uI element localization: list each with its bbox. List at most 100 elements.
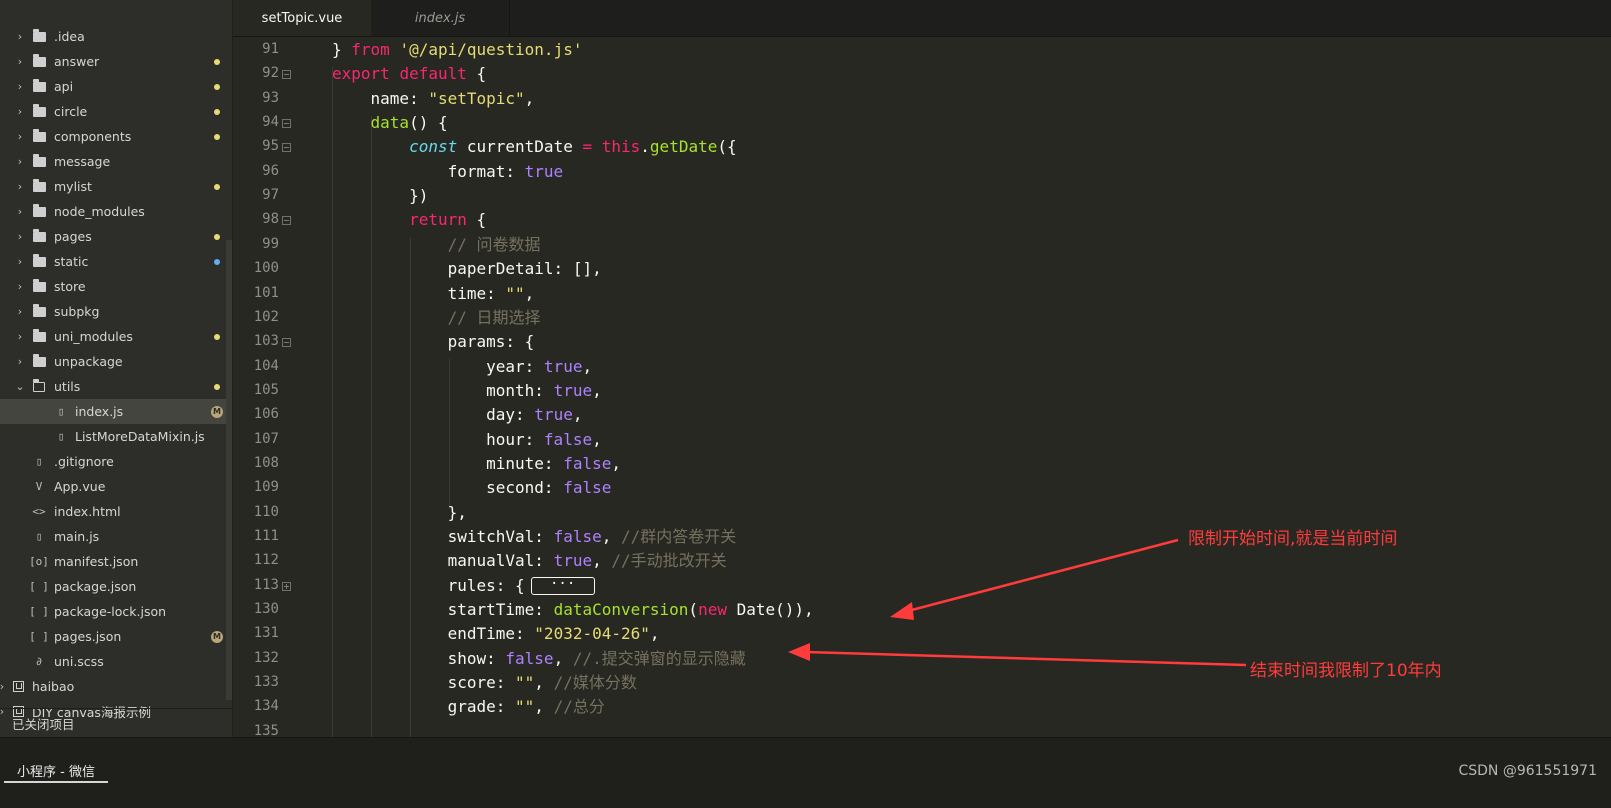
code-editor[interactable]: 91} from '@/api/question.js' 92− export de… (233, 37, 1611, 737)
line-number: 130 (253, 601, 279, 618)
fold-collapse-icon[interactable]: − (282, 143, 291, 153)
code-line[interactable]: // 日期选择 (332, 306, 541, 330)
code-line[interactable]: rules: {··· (332, 574, 595, 598)
sidebar-item[interactable]: › circle (0, 99, 232, 124)
code-line[interactable]: grade: "", //总分 (332, 695, 605, 719)
console-tab-miniprogram[interactable]: 小程序 - 微信 (4, 759, 108, 783)
code-line[interactable]: day: true, (332, 403, 582, 427)
code-line[interactable]: show: false, //.提交弹窗的显示隐藏 (332, 647, 746, 671)
code-line[interactable]: params: { (332, 330, 535, 354)
sidebar-item[interactable]: › message (0, 149, 232, 174)
tab-index-js[interactable]: index.js (371, 0, 510, 36)
code-line[interactable]: // 问卷数据 (332, 233, 541, 257)
fold-expand-icon[interactable]: + (282, 581, 291, 591)
closed-projects-item[interactable]: 已关闭项目 (0, 708, 232, 737)
sidebar-item[interactable]: ▯ ListMoreDataMixin.js (0, 424, 232, 449)
chevron-right-icon[interactable]: › (14, 280, 26, 293)
sidebar-item[interactable]: ∂ uni.scss (0, 649, 232, 674)
sidebar-item-label: .idea (54, 29, 85, 44)
sidebar-item-label: message (54, 154, 111, 169)
code-line[interactable]: month: true, (332, 379, 602, 403)
code-line[interactable]: }, (332, 501, 467, 525)
tab-label: index.js (414, 10, 466, 26)
sidebar-item[interactable]: ▯ index.js M (0, 399, 232, 424)
code-line[interactable]: name: "setTopic", (332, 87, 535, 111)
sidebar-item[interactable]: [ ] package.json (0, 574, 232, 599)
code-line[interactable]: manualVal: true, //手动批改开关 (332, 549, 727, 573)
sidebar-item-label: manifest.json (54, 554, 139, 569)
chevron-right-icon[interactable]: › (14, 105, 26, 118)
code-line[interactable]: return { (332, 208, 486, 232)
fold-collapse-icon[interactable]: − (282, 119, 291, 129)
code-line[interactable]: } from '@/api/question.js' (332, 38, 582, 62)
sidebar-item[interactable]: ⌄ utils (0, 374, 232, 399)
sidebar-item[interactable]: › mylist (0, 174, 232, 199)
folder-open-icon (32, 378, 46, 393)
code-line[interactable]: second: false (332, 476, 611, 500)
chevron-right-icon[interactable]: › (14, 155, 26, 168)
sidebar-item[interactable]: [o] manifest.json (0, 549, 232, 574)
code-line[interactable]: startTime: dataConversion(new Date()), (332, 598, 814, 622)
sidebar-item[interactable]: › subpkg (0, 299, 232, 324)
chevron-right-icon[interactable]: › (14, 305, 26, 318)
code-line[interactable]: time: "", (332, 282, 535, 306)
line-number: 104 (253, 357, 279, 374)
collapsed-region-placeholder[interactable]: ··· (530, 577, 595, 596)
code-line[interactable]: minute: false, (332, 452, 621, 476)
chevron-right-icon[interactable]: › (14, 80, 26, 93)
sidebar-item[interactable]: [ ] package-lock.json (0, 599, 232, 624)
sidebar-item[interactable]: › store (0, 274, 232, 299)
sidebar-item-label: ListMoreDataMixin.js (75, 429, 205, 444)
sidebar-item[interactable]: ▯ main.js (0, 524, 232, 549)
sidebar-item[interactable]: › static (0, 249, 232, 274)
sidebar-item[interactable]: › haibao (0, 674, 232, 699)
chevron-right-icon[interactable]: › (14, 330, 26, 343)
tab-settopic-vue[interactable]: setTopic.vue (233, 0, 371, 36)
sidebar-item[interactable]: › components (0, 124, 232, 149)
sidebar-item[interactable]: V App.vue (0, 474, 232, 499)
folder-icon (32, 128, 46, 143)
code-line[interactable]: data() { (332, 111, 448, 135)
sidebar-item[interactable]: › api (0, 74, 232, 99)
code-line[interactable]: score: "", //媒体分数 (332, 671, 637, 695)
sidebar-item[interactable]: [ ] pages.json M (0, 624, 232, 649)
code-line[interactable]: year: true, (332, 355, 592, 379)
code-line[interactable]: endTime: "2032-04-26", (332, 622, 660, 646)
sidebar-item[interactable]: › .idea (0, 24, 232, 49)
line-number: 112 (253, 552, 279, 569)
code-line[interactable]: const currentDate = this.getDate({ (332, 135, 737, 159)
chevron-right-icon[interactable]: › (14, 255, 26, 268)
code-line[interactable]: format: true (332, 160, 564, 184)
chevron-right-icon[interactable]: › (14, 205, 26, 218)
sidebar-item[interactable]: › unpackage (0, 349, 232, 374)
code-line[interactable]: hour: false, (332, 428, 602, 452)
code-line[interactable]: }) (332, 184, 428, 208)
sidebar-item[interactable]: › answer (0, 49, 232, 74)
line-number: 107 (253, 430, 279, 447)
code-line[interactable]: switchVal: false, //群内答卷开关 (332, 525, 737, 549)
sidebar-item[interactable]: ▯ .gitignore (0, 449, 232, 474)
chevron-right-icon[interactable]: › (14, 55, 26, 68)
sidebar-item[interactable]: › uni_modules (0, 324, 232, 349)
sidebar-item[interactable]: <> index.html (0, 499, 232, 524)
annotation-start-time: 限制开始时间,就是当前时间 (1188, 529, 1398, 549)
chevron-right-icon[interactable]: › (14, 130, 26, 143)
code-line[interactable]: export default { (332, 62, 486, 86)
json-file-icon: [ ] (29, 630, 49, 643)
fold-collapse-icon[interactable]: − (282, 216, 291, 226)
chevron-right-icon[interactable]: › (14, 180, 26, 193)
sidebar-scrollbar[interactable] (226, 240, 232, 700)
git-status-dot (214, 133, 220, 140)
chevron-right-icon[interactable]: › (14, 230, 26, 243)
fold-collapse-icon[interactable]: − (282, 338, 291, 348)
fold-collapse-icon[interactable]: − (282, 70, 291, 80)
sidebar-item[interactable]: › pages (0, 224, 232, 249)
chevron-down-icon[interactable]: ⌄ (14, 380, 26, 393)
code-line[interactable]: paperDetail: [], (332, 257, 602, 281)
chevron-right-icon[interactable]: › (14, 30, 26, 43)
sidebar-item[interactable]: › node_modules (0, 199, 232, 224)
git-status-dot (214, 383, 220, 390)
chevron-right-icon[interactable]: › (14, 355, 26, 368)
line-number: 106 (253, 406, 279, 423)
chevron-right-icon[interactable]: › (0, 680, 8, 693)
